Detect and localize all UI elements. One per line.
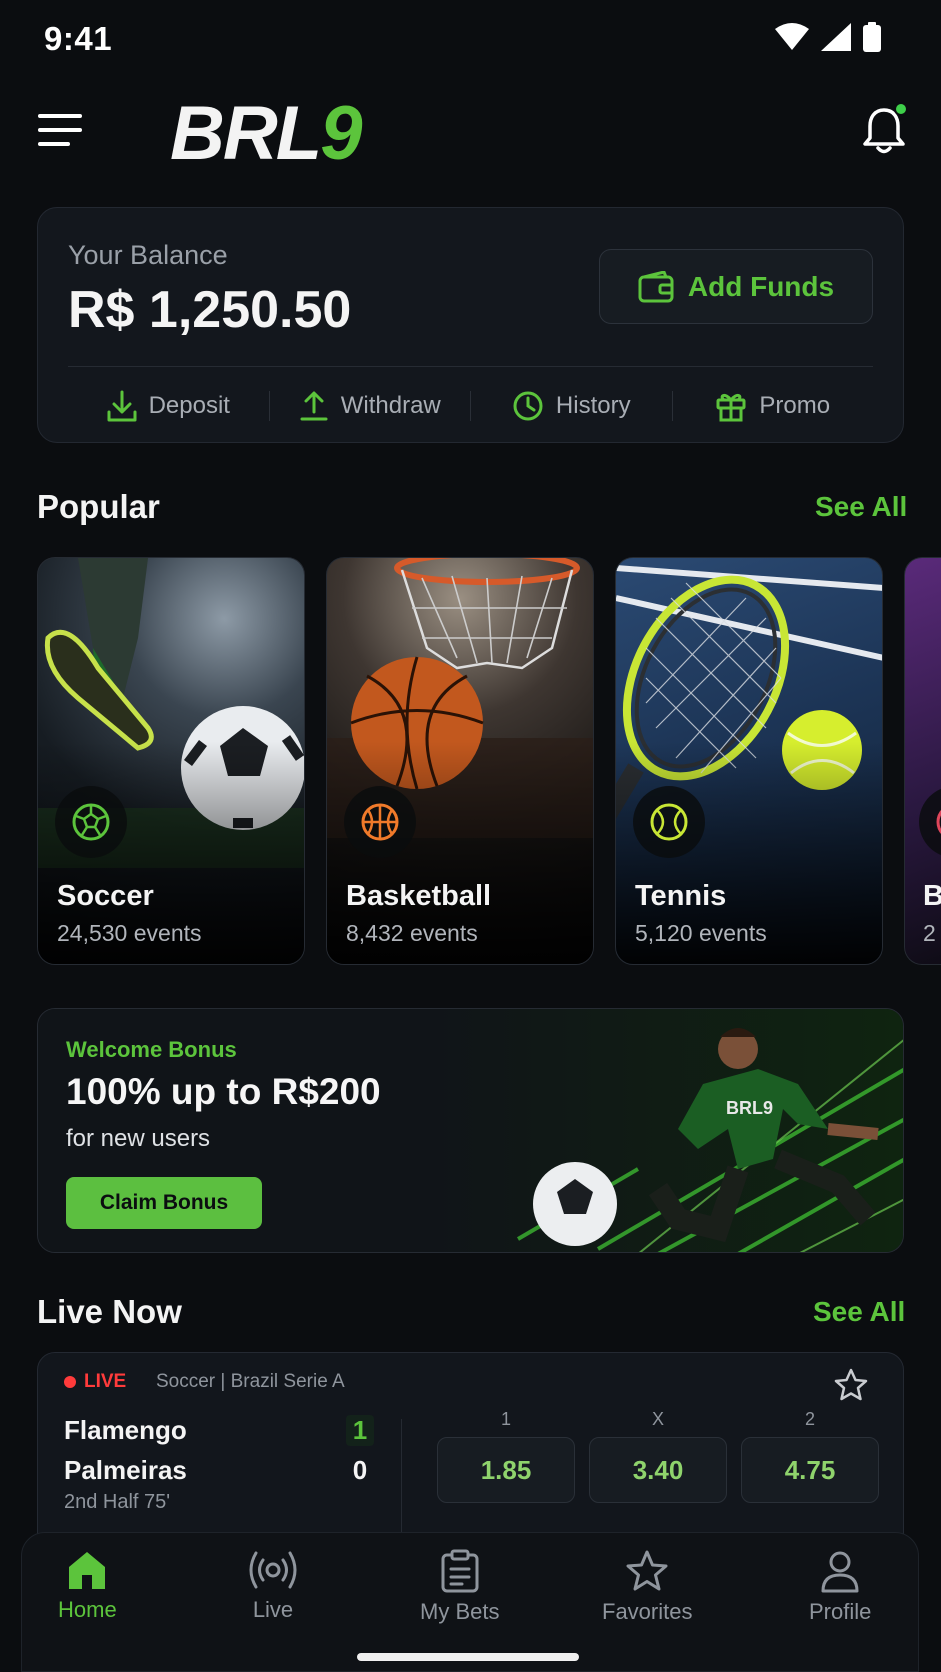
home-score: 1 [346,1415,374,1446]
sport-events: 5,120 events [635,920,767,946]
popular-see-all-link[interactable]: See All [815,491,907,523]
upload-icon [300,391,328,421]
withdraw-label: Withdraw [340,392,441,419]
nav-label: Favorites [602,1599,693,1624]
user-icon [821,1551,859,1593]
nav-item-profile[interactable]: Profile [809,1549,871,1625]
nav-label: Live [252,1597,294,1622]
sport-events: 8,432 events [346,920,478,946]
jersey-text: BRL9 [726,1098,773,1118]
notification-bell-icon[interactable] [862,102,908,156]
claim-bonus-button[interactable]: Claim Bonus [66,1177,262,1229]
nav-item-live[interactable]: Live [246,1549,300,1623]
nav-item-home[interactable]: Home [58,1549,117,1623]
gift-icon [716,393,746,422]
wifi-icon [775,23,809,50]
away-score: 0 [352,1455,368,1485]
signal-icon [821,23,851,51]
clock-icon [513,391,543,421]
deposit-label: Deposit [148,392,230,419]
sport-icon [919,786,941,858]
add-funds-button[interactable]: Add Funds [599,249,873,324]
live-see-all-link[interactable]: See All [813,1296,905,1328]
odd-label-home: 1 [500,1409,511,1429]
favorite-star-icon[interactable] [833,1367,869,1403]
sport-events: 2 [923,920,936,946]
sport-card-basketball[interactable]: Basketball 8,432 events [326,557,594,965]
battery-icon [863,22,881,52]
balance-label: Your Balance [68,240,228,270]
menu-icon[interactable] [38,114,82,154]
bonus-subtitle: for new users [66,1125,211,1152]
odd-label-draw: X [651,1409,664,1429]
balance-value: R$ 1,250.50 [68,281,352,339]
popular-title: Popular [37,488,160,525]
star-icon [626,1550,668,1591]
promo-label: Promo [759,392,831,419]
clipboard-icon [441,1549,479,1593]
status-bar: 9:41 [0,0,941,80]
sport-name: Basketball [346,880,492,912]
odd-button-draw[interactable]: 3.40 [589,1437,727,1503]
history-label: History [555,392,631,419]
bonus-kicker: Welcome Bonus [66,1037,237,1062]
divider [401,1419,402,1549]
home-team: Flamengo [64,1415,187,1445]
home-indicator [357,1653,579,1661]
odd-label-away: 2 [804,1409,815,1429]
welcome-bonus-banner[interactable]: BRL9 Welcome Bonus 100% up to R$200 for … [37,1008,904,1253]
withdraw-button[interactable]: Withdraw [270,390,471,422]
sport-card-partial[interactable]: B 2 [904,557,941,965]
status-icons [775,22,881,52]
live-dot [64,1376,76,1388]
broadcast-icon [249,1551,297,1589]
nav-label: My Bets [420,1599,500,1624]
sport-name: Soccer [57,880,154,912]
status-time: 9:41 [44,20,113,57]
promo-button[interactable]: Promo [673,390,874,422]
download-icon [107,390,137,422]
app-header: BRL9 [0,90,941,180]
deposit-button[interactable]: Deposit [68,390,269,422]
live-label: LIVE [84,1371,127,1392]
nav-item-favorites[interactable]: Favorites [602,1549,692,1625]
wallet-icon [638,270,674,302]
divider [68,366,873,367]
nav-label: Profile [809,1599,872,1624]
match-league: Soccer | Brazil Serie A [156,1371,345,1392]
basketball-icon [344,786,416,858]
nav-label: Home [58,1597,117,1622]
sport-events: 24,530 events [57,920,202,946]
match-time: 2nd Half 75' [64,1491,171,1513]
live-now-title: Live Now [37,1293,182,1330]
bonus-title: 100% up to R$200 [66,1071,381,1112]
nav-item-my-bets[interactable]: My Bets [420,1549,499,1625]
add-funds-label: Add Funds [687,270,835,302]
balance-actions: Deposit Withdraw History Promo [68,378,873,434]
live-badge: LIVE [64,1371,126,1393]
odd-button-home[interactable]: 1.85 [437,1437,575,1503]
sport-name: Tennis [635,880,727,912]
sport-card-soccer[interactable]: Soccer 24,530 events [37,557,305,965]
bottom-navigation: Home Live My Bets Favorites Profile [21,1532,919,1672]
sport-name: B [923,880,941,913]
home-icon [69,1552,106,1589]
soccer-ball-icon [55,786,127,858]
history-button[interactable]: History [471,390,672,422]
sport-card-tennis[interactable]: Tennis 5,120 events [615,557,883,965]
tennis-ball-icon [633,786,705,858]
odd-button-away[interactable]: 4.75 [741,1437,879,1503]
away-team: Palmeiras [64,1455,187,1485]
brand-logo[interactable]: BRL9 [170,96,362,172]
balance-card: Your Balance R$ 1,250.50 Add Funds Depos… [37,207,904,443]
notification-dot [894,102,908,116]
